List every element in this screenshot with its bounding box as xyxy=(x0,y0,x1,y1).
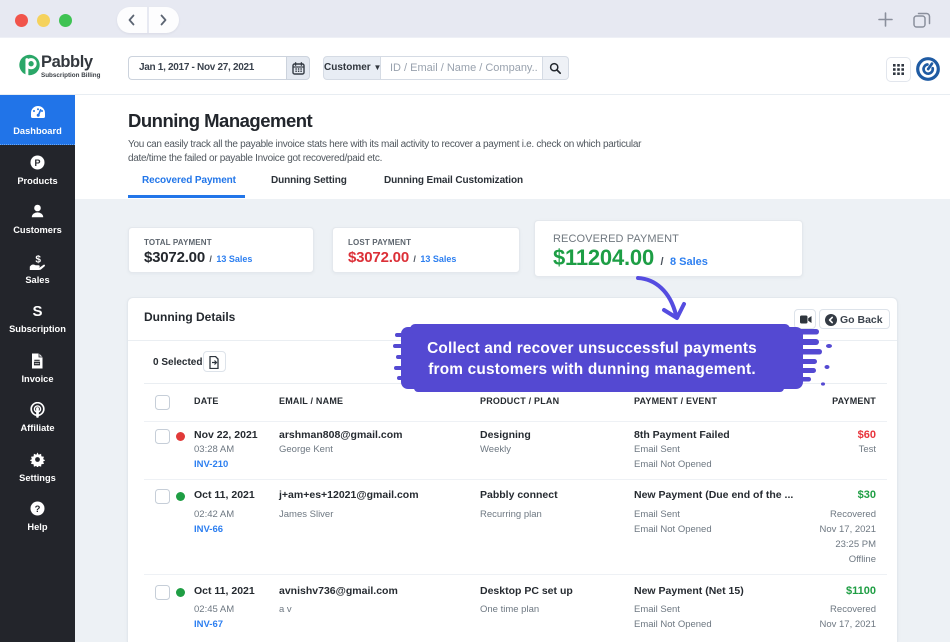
svg-text:?: ? xyxy=(35,504,41,515)
svg-text:P: P xyxy=(34,157,40,167)
svg-text:$: $ xyxy=(35,254,41,265)
svg-text:S: S xyxy=(32,303,42,319)
